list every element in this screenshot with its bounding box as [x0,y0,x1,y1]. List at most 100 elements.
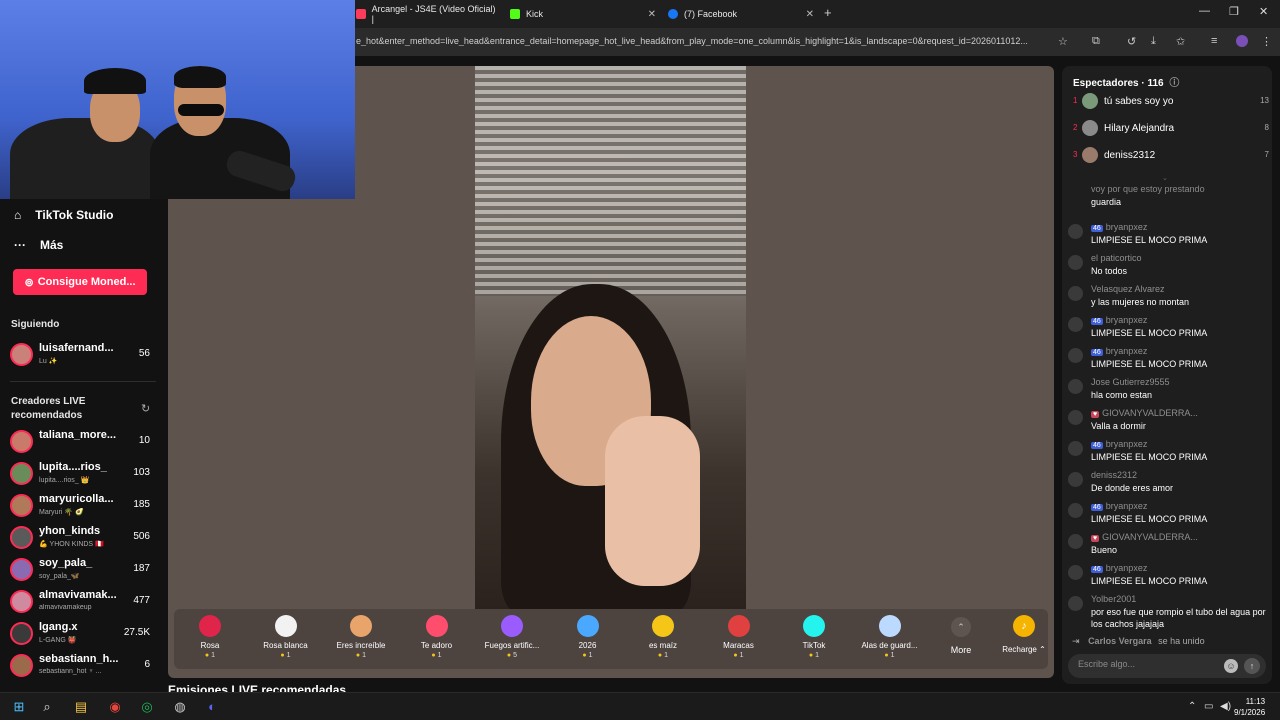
top-viewer[interactable]: 2 Hilary Alejandra 8 [1073,120,1269,138]
clock[interactable]: 11:13 9/1/2026 [1234,696,1265,718]
live-video[interactable] [475,66,746,609]
avatar[interactable] [1068,596,1083,611]
avatar[interactable] [1068,410,1083,425]
extensions-icon[interactable]: ⧉ [1092,35,1100,48]
new-tab-button[interactable]: + [824,5,832,20]
top-viewer[interactable]: 3 deniss2312 7 [1073,147,1269,165]
obs-icon[interactable]: ◍ [171,698,189,716]
avatar[interactable] [1068,534,1083,549]
username[interactable]: bryanpxez [1106,439,1148,449]
recommended-creator[interactable]: sebastiann_h... sebastiann_hot ♆ ... 6 [10,651,152,681]
chrome-icon[interactable]: ◉ [106,698,124,716]
avatar[interactable] [1068,472,1083,487]
media-icon[interactable]: ≡ [1211,35,1217,47]
avatar[interactable] [1068,317,1083,332]
nav-more[interactable]: ··· Más [14,238,63,252]
history-icon[interactable]: ↺ [1127,35,1136,48]
favorites-icon[interactable]: ✩ [1176,35,1185,48]
spotify-icon[interactable]: ◎ [138,698,156,716]
profile-avatar[interactable] [1236,35,1248,47]
username[interactable]: GIOVANYVALDERRA... [1102,408,1198,418]
send-icon[interactable]: ↑ [1244,658,1260,674]
close-tab-icon[interactable]: ✕ [806,9,814,20]
message-user[interactable]: Jose Gutierrez9555 [1091,377,1170,387]
tab-youtube[interactable]: Arcangel - JS4E (Video Oficial) | [356,3,496,25]
avatar[interactable] [1068,348,1083,363]
download-icon[interactable]: ⤓ [1151,35,1156,48]
close-window-icon[interactable]: ✕ [1259,5,1268,18]
chevron-down-icon[interactable]: ⌄ [1162,174,1168,182]
message-user[interactable]: 46 bryanpxez [1091,315,1147,325]
get-coins-button[interactable]: ⊚ Consigue Moned... [13,269,147,295]
menu-icon[interactable]: ⋮ [1261,35,1272,48]
username[interactable]: GIOVANYVALDERRA... [1102,532,1198,542]
gift-item[interactable]: 2026 1 [552,613,624,659]
tab-kick[interactable]: Kick ✕ [510,3,656,25]
nav-tiktok-studio[interactable]: ⌂ TikTok Studio [14,208,113,222]
chat-input[interactable] [1078,659,1218,669]
gift-item[interactable]: Rosa blanca 1 [250,613,322,659]
avatar[interactable] [1068,441,1083,456]
message-user[interactable]: 46 bryanpxez [1091,222,1147,232]
recommended-creator[interactable]: soy_pala_ soy_pala_🦋 187 [10,555,152,585]
tray-chevron-icon[interactable]: ⌃ [1188,701,1196,712]
network-icon[interactable]: ▭ [1204,701,1213,712]
username[interactable]: bryanpxez [1106,222,1148,232]
gift-item[interactable]: Alas de guard... 1 [854,613,926,659]
recommended-creator[interactable]: almavivamak... almavivamakeup 477 [10,587,152,617]
recommended-creator[interactable]: lupita....rios_ lupita....rios_ 👑 103 [10,459,152,489]
gift-item[interactable]: Rosa 1 [174,613,246,659]
username[interactable]: bryanpxez [1106,315,1148,325]
minimize-icon[interactable]: — [1199,5,1210,17]
message-user[interactable]: 46 bryanpxez [1091,563,1147,573]
message-user[interactable]: 46 bryanpxez [1091,501,1147,511]
bookmark-star-icon[interactable]: ☆ [1058,35,1068,48]
more-gifts-button[interactable]: ⌃ More [936,613,986,655]
recharge-button[interactable]: ♪ Recharge ⌃ [994,613,1054,654]
close-tab-icon[interactable]: ✕ [648,9,656,20]
file-explorer-icon[interactable]: ▤ [72,698,90,716]
refresh-icon[interactable]: ↻ [141,402,150,415]
username[interactable]: deniss2312 [1091,470,1137,480]
username[interactable]: el paticortico [1091,253,1142,263]
windows-start-icon[interactable]: ⊞ [10,698,28,716]
recommended-creator[interactable]: maryuricolla... Maryuri 🌴 🥑 185 [10,491,152,521]
restore-icon[interactable]: ❐ [1229,5,1239,18]
username[interactable]: bryanpxez [1106,346,1148,356]
gift-item[interactable]: Fuegos artific... 5 [476,613,548,659]
discord-icon[interactable]: ◐ [203,698,221,716]
following-creator[interactable]: luisafernand... Lu ✨ 56 [10,340,152,370]
info-icon[interactable]: ⓘ [1169,78,1179,89]
avatar[interactable] [1068,224,1083,239]
message-user[interactable]: 46 bryanpxez [1091,439,1147,449]
avatar[interactable] [1068,379,1083,394]
recommended-creator[interactable]: taliana_more... 10 [10,427,152,457]
username[interactable]: Yolber2001 [1091,594,1136,604]
username[interactable]: Jose Gutierrez9555 [1091,377,1170,387]
recommended-creator[interactable]: lgang.x L-GANG 👹 27.5K [10,619,152,649]
gift-item[interactable]: es maíz 1 [627,613,699,659]
avatar[interactable] [1068,565,1083,580]
message-user[interactable]: 46 bryanpxez [1091,346,1147,356]
message-user[interactable]: deniss2312 [1091,470,1137,480]
gift-item[interactable]: Maracas 1 [703,613,775,659]
message-user[interactable]: ♥ GIOVANYVALDERRA... [1091,408,1198,418]
top-viewer[interactable]: 1 tú sabes soy yo 13 [1073,93,1269,111]
recommended-creator[interactable]: yhon_kinds 💪 YHON KINDS 🇵🇪 506 [10,523,152,553]
message-user[interactable]: Yolber2001 [1091,594,1136,604]
gift-item[interactable]: Te adoro 1 [401,613,473,659]
gift-item[interactable]: TikTok 1 [778,613,850,659]
avatar[interactable] [1068,503,1083,518]
emoji-icon[interactable]: ☺ [1224,659,1238,673]
url-field[interactable]: e_hot&enter_method=live_head&entrance_de… [356,36,1050,46]
avatar[interactable] [1068,286,1083,301]
message-user[interactable]: ♥ GIOVANYVALDERRA... [1091,532,1198,542]
username[interactable]: bryanpxez [1106,563,1148,573]
avatar[interactable] [1068,255,1083,270]
gift-item[interactable]: Eres increíble 1 [325,613,397,659]
message-user[interactable]: el paticortico [1091,253,1142,263]
search-icon[interactable]: ⌕ [38,698,56,716]
message-user[interactable]: Velasquez Alvarez [1091,284,1165,294]
username[interactable]: bryanpxez [1106,501,1148,511]
tab-facebook[interactable]: (7) Facebook ✕ [668,3,814,25]
